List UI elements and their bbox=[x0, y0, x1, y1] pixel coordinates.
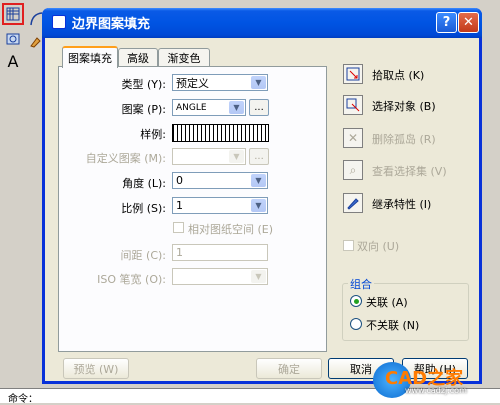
pattern-value: ANGLE bbox=[176, 102, 207, 113]
select-objects-icon bbox=[346, 98, 360, 112]
non-associative-label: 不关联 (N) bbox=[366, 319, 420, 332]
type-label: 类型 (Y): bbox=[121, 78, 166, 91]
region-tool-icon[interactable] bbox=[2, 28, 24, 50]
chevron-down-icon: ▼ bbox=[251, 199, 266, 212]
brush-icon bbox=[347, 198, 359, 210]
sample-label: 样例: bbox=[140, 128, 166, 141]
pick-point-icon bbox=[346, 67, 360, 81]
pattern-browse-button[interactable]: ... bbox=[249, 99, 269, 116]
relative-paper-checkbox[interactable] bbox=[173, 222, 184, 233]
chevron-down-icon: ▼ bbox=[229, 101, 244, 114]
associative-radio[interactable] bbox=[350, 295, 362, 307]
chevron-down-icon: ▼ bbox=[229, 150, 244, 163]
select-objects-button[interactable] bbox=[343, 95, 363, 115]
pattern-select[interactable]: ANGLE ▼ bbox=[172, 99, 246, 116]
tab-advanced[interactable]: 高级 bbox=[118, 48, 158, 67]
remove-islands-button[interactable]: ✕ bbox=[343, 128, 363, 148]
custom-pattern-label: 自定义图案 (M): bbox=[85, 152, 166, 165]
dialog-title: 边界图案填充 bbox=[72, 17, 151, 32]
scale-label: 比例 (S): bbox=[121, 202, 166, 215]
view-selection-label: 查看选择集 (V) bbox=[372, 165, 447, 178]
angle-value: 0 bbox=[176, 174, 183, 187]
tab-hatch[interactable]: 图案填充 bbox=[62, 46, 118, 68]
chevron-down-icon: ▼ bbox=[251, 174, 266, 187]
relative-paper-label: 相对图纸空间 (E) bbox=[188, 223, 274, 236]
tab-gradient[interactable]: 渐变色 bbox=[158, 48, 210, 67]
custom-pattern-browse-button[interactable]: ... bbox=[249, 148, 269, 165]
magnifier-icon: ⌕ bbox=[349, 162, 357, 177]
angle-label: 角度 (L): bbox=[122, 177, 166, 190]
ok-button[interactable]: 确定 bbox=[256, 358, 322, 379]
type-value: 预定义 bbox=[176, 76, 209, 90]
iso-pen-label: ISO 笔宽 (O): bbox=[97, 273, 166, 286]
preview-button[interactable]: 预览 (W) bbox=[63, 358, 129, 379]
watermark-url: www.cadzj.com bbox=[405, 386, 467, 395]
pattern-sample[interactable] bbox=[172, 124, 269, 142]
text-tool-icon[interactable]: A bbox=[2, 50, 24, 72]
custom-pattern-select[interactable]: ▼ bbox=[172, 148, 246, 165]
close-icon[interactable]: ✕ bbox=[458, 12, 479, 33]
associative-label: 关联 (A) bbox=[366, 296, 408, 309]
help-icon[interactable]: ? bbox=[436, 12, 457, 33]
spacing-value: 1 bbox=[176, 246, 183, 259]
inherit-properties-button[interactable] bbox=[343, 193, 363, 213]
combine-title: 组合 bbox=[348, 276, 374, 292]
type-select[interactable]: 预定义 ▼ bbox=[172, 74, 268, 91]
chevron-down-icon: ▼ bbox=[251, 270, 266, 283]
hatch-tool-icon[interactable] bbox=[2, 3, 24, 25]
spacing-input[interactable]: 1 bbox=[172, 244, 268, 261]
remove-islands-label: 删除孤岛 (R) bbox=[372, 133, 436, 146]
scale-select[interactable]: 1 ▼ bbox=[172, 197, 268, 214]
non-associative-radio[interactable] bbox=[350, 318, 362, 330]
chevron-down-icon: ▼ bbox=[251, 76, 266, 89]
select-objects-label: 选择对象 (B) bbox=[372, 100, 436, 113]
double-checkbox[interactable] bbox=[343, 240, 354, 251]
pattern-label: 图案 (P): bbox=[121, 103, 166, 116]
x-icon: ✕ bbox=[347, 131, 359, 145]
iso-pen-select[interactable]: ▼ bbox=[172, 268, 268, 285]
angle-select[interactable]: 0 ▼ bbox=[172, 172, 268, 189]
view-selection-button[interactable]: ⌕ bbox=[343, 160, 363, 180]
pick-points-button[interactable] bbox=[343, 64, 363, 84]
scale-value: 1 bbox=[176, 199, 183, 212]
pick-points-label: 拾取点 (K) bbox=[372, 69, 425, 82]
spacing-label: 间距 (C): bbox=[120, 249, 166, 262]
app-icon bbox=[52, 15, 66, 29]
double-label: 双向 (U) bbox=[357, 240, 400, 253]
inherit-properties-label: 继承特性 (I) bbox=[372, 198, 432, 211]
